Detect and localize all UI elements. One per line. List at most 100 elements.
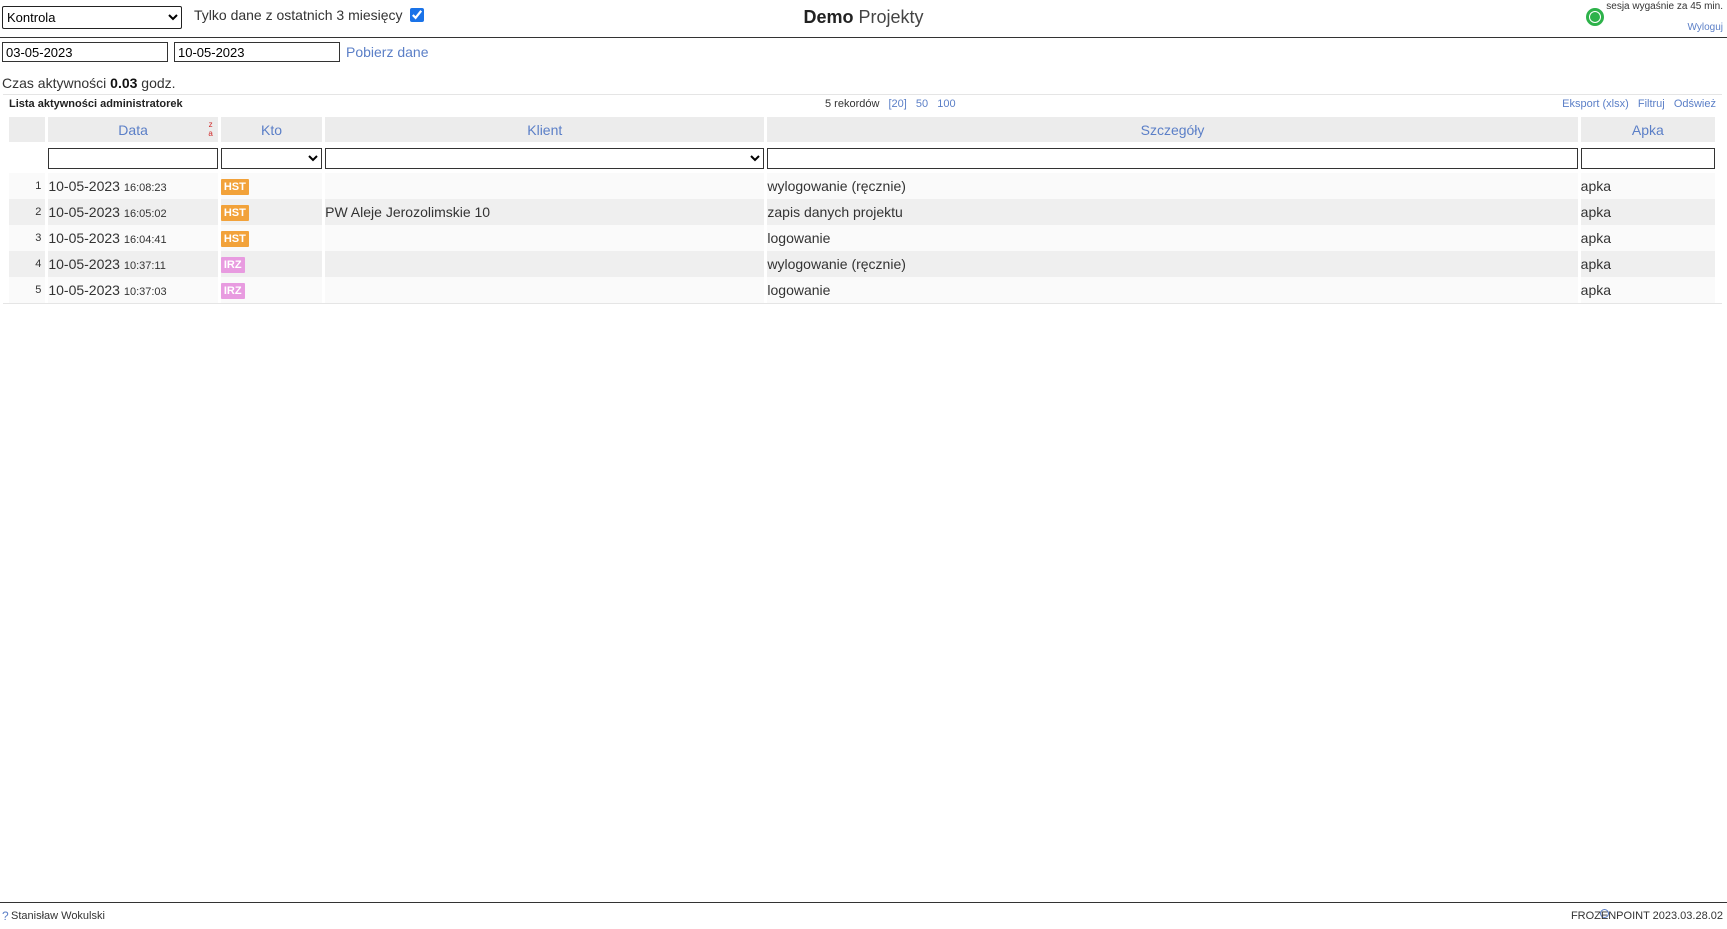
page-size-100[interactable]: 100	[937, 98, 955, 110]
row-time: 16:05:02	[123, 208, 167, 220]
activity-time: Czas aktywności 0.03 godz.	[2, 75, 176, 91]
row-datetime: 10-05-2023 16:05:02	[48, 199, 218, 225]
row-client: PW Aleje Jerozolimskie 10	[325, 199, 765, 225]
current-user: Stanisław Wokulski	[11, 910, 105, 922]
row-number: 4	[9, 251, 46, 277]
page-size-50[interactable]: 50	[916, 98, 928, 110]
filter-cell-klient	[325, 142, 765, 173]
table-bottom-divider	[3, 303, 1722, 304]
activity-table: Data za Kto Klient Szczegóły Apka 1 10-0…	[6, 117, 1718, 303]
brand-name: Demo	[803, 7, 854, 27]
row-number: 3	[9, 225, 46, 251]
column-header-kto[interactable]: Kto	[220, 117, 323, 142]
filter-klient-select[interactable]	[325, 148, 765, 169]
app-version: FROZENPOINT 2023.03.28.02	[1570, 910, 1723, 922]
activity-unit: godz.	[141, 75, 176, 91]
row-app: apka	[1580, 251, 1715, 277]
row-details: logowanie	[767, 277, 1578, 303]
row-datetime: 10-05-2023 16:08:23	[48, 173, 218, 199]
row-client	[325, 251, 765, 277]
help-icon[interactable]: ?	[2, 909, 9, 923]
column-header-number	[9, 117, 46, 142]
row-app: apka	[1580, 199, 1715, 225]
filter-cell-szczegoly	[767, 142, 1578, 173]
filter-cell-empty	[9, 142, 46, 173]
logout-link[interactable]: Wyloguj	[1688, 22, 1723, 33]
date-from-input[interactable]	[2, 42, 168, 62]
row-details: logowanie	[767, 225, 1578, 251]
user-badge: HST	[220, 231, 249, 247]
date-to-input[interactable]	[174, 42, 340, 62]
user-badge: IRZ	[220, 257, 245, 273]
row-details: wylogowanie (ręcznie)	[767, 173, 1578, 199]
activity-label: Czas aktywności	[2, 75, 107, 91]
pagination: 5 rekordów [20] 50 100	[825, 98, 956, 110]
session-expire-text: sesja wygaśnie za 45 min.	[1606, 1, 1723, 12]
table-row[interactable]: 4 10-05-2023 10:37:11 IRZ wylogowanie (r…	[9, 251, 1715, 277]
row-date: 10-05-2023	[48, 230, 120, 246]
app-name: Projekty	[858, 7, 924, 27]
row-app: apka	[1580, 277, 1715, 303]
column-header-szczegoly[interactable]: Szczegóły	[767, 117, 1578, 142]
row-who: HST	[220, 225, 323, 251]
row-date: 10-05-2023	[48, 204, 120, 220]
user-badge: HST	[220, 179, 249, 195]
list-header: Lista aktywności administratorek 5 rekor…	[3, 94, 1722, 113]
list-actions: Eksport (xlsx) Filtruj Odśwież	[1556, 98, 1716, 110]
table-row[interactable]: 3 10-05-2023 16:04:41 HST logowanie apka	[9, 225, 1715, 251]
row-time: 16:08:23	[123, 182, 167, 194]
refresh-link[interactable]: Odśwież	[1674, 98, 1716, 110]
filter-kto-select[interactable]	[220, 148, 323, 169]
activity-value: 0.03	[110, 75, 138, 91]
row-details: wylogowanie (ręcznie)	[767, 251, 1578, 277]
column-header-apka[interactable]: Apka	[1580, 117, 1715, 142]
filter-cell-kto	[220, 142, 323, 173]
row-who: IRZ	[220, 251, 323, 277]
filter-data-input[interactable]	[48, 148, 218, 169]
row-client	[325, 277, 765, 303]
row-client	[325, 225, 765, 251]
row-date: 10-05-2023	[48, 256, 120, 272]
records-count: 5 rekordów	[825, 98, 880, 110]
table-header-row: Data za Kto Klient Szczegóły Apka	[9, 117, 1715, 142]
filter-cell-apka	[1580, 142, 1715, 173]
row-datetime: 10-05-2023 10:37:11	[48, 251, 218, 277]
table-row[interactable]: 1 10-05-2023 16:08:23 HST wylogowanie (r…	[9, 173, 1715, 199]
sort-desc-icon[interactable]: za	[208, 120, 212, 138]
user-badge: IRZ	[220, 283, 245, 299]
table-row[interactable]: 5 10-05-2023 10:37:03 IRZ logowanie apka	[9, 277, 1715, 303]
row-app: apka	[1580, 225, 1715, 251]
row-datetime: 10-05-2023 10:37:03	[48, 277, 218, 303]
filter-row	[9, 142, 1715, 173]
footer: ? Stanisław Wokulski FROZENPOINT 2023.03…	[0, 902, 1727, 929]
page-size-20[interactable]: [20]	[888, 98, 906, 110]
row-client	[325, 173, 765, 199]
row-who: HST	[220, 173, 323, 199]
row-number: 5	[9, 277, 46, 303]
row-date: 10-05-2023	[48, 178, 120, 194]
list-title: Lista aktywności administratorek	[9, 98, 183, 110]
row-time: 10:37:03	[123, 286, 167, 298]
filter-cell-data	[48, 142, 218, 173]
user-badge: HST	[220, 205, 249, 221]
row-number: 1	[9, 173, 46, 199]
row-time: 16:04:41	[123, 234, 167, 246]
fetch-data-link[interactable]: Pobierz dane	[346, 44, 429, 60]
row-date: 10-05-2023	[48, 282, 120, 298]
export-xlsx-link[interactable]: Eksport (xlsx)	[1562, 98, 1629, 110]
table-row[interactable]: 2 10-05-2023 16:05:02 HST PW Aleje Jeroz…	[9, 199, 1715, 225]
row-app: apka	[1580, 173, 1715, 199]
filter-szczegoly-input[interactable]	[767, 148, 1578, 169]
row-datetime: 10-05-2023 16:04:41	[48, 225, 218, 251]
column-header-klient[interactable]: Klient	[325, 117, 765, 142]
filter-apka-input[interactable]	[1580, 148, 1715, 169]
filter-link[interactable]: Filtruj	[1638, 98, 1665, 110]
row-details: zapis danych projektu	[767, 199, 1578, 225]
online-status-icon	[1586, 8, 1604, 26]
top-bar: Kontrola Tylko dane z ostatnich 3 miesię…	[0, 0, 1727, 38]
column-header-data[interactable]: Data za	[48, 117, 218, 142]
row-time: 10:37:11	[123, 260, 166, 272]
page-title: Demo Projekty	[0, 7, 1727, 28]
row-number: 2	[9, 199, 46, 225]
row-who: IRZ	[220, 277, 323, 303]
